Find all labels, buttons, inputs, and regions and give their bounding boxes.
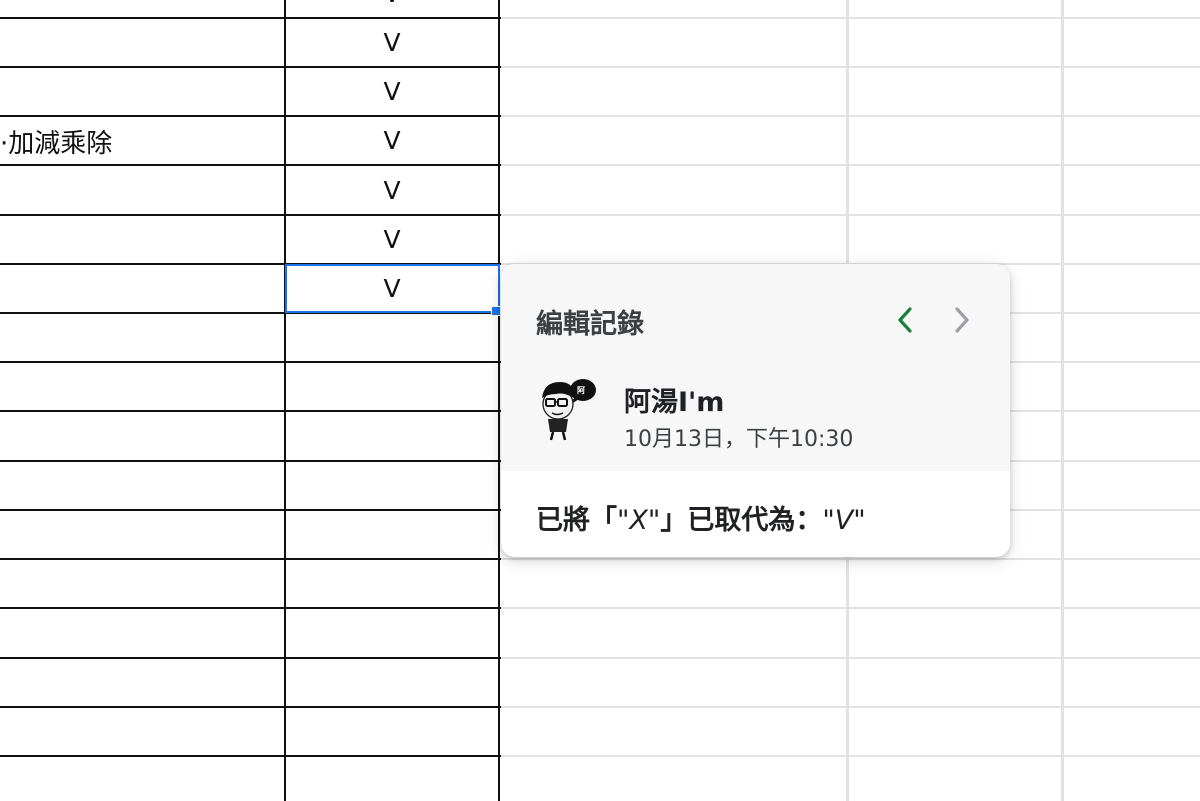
table-border: [0, 361, 501, 363]
cell-selection-border: [285, 264, 500, 313]
check-cell[interactable]: V: [286, 68, 498, 115]
editor-name: 阿湯I'm: [624, 387, 725, 418]
partial-cell-text[interactable]: ·加減乘除: [0, 117, 112, 166]
edit-history-popup: 編輯記錄 阿 阿湯I'm 10月13日，下午10:30 已將「"X"」已取代為：…: [501, 264, 1010, 557]
svg-text:阿: 阿: [577, 386, 585, 395]
previous-edit-button[interactable]: [888, 300, 922, 340]
user-avatar: 阿: [534, 374, 600, 442]
check-cell[interactable]: V: [286, 216, 498, 263]
change-middle: 」已取代為：: [660, 505, 823, 536]
grid-line: [500, 164, 1200, 166]
old-value: "X": [617, 505, 661, 536]
change-prefix: 已將「: [536, 505, 617, 536]
fill-handle[interactable]: [491, 306, 501, 316]
grid-line: [1061, 0, 1064, 801]
grid-line: [500, 17, 1200, 19]
check-cell[interactable]: V: [286, 0, 498, 17]
change-description: 已將「"X"」已取代為："V": [536, 498, 866, 537]
table-border: [0, 755, 501, 757]
check-cell[interactable]: V: [286, 19, 498, 66]
grid-line: [500, 66, 1200, 68]
grid-line: [500, 115, 1200, 117]
grid-line: [500, 657, 1200, 659]
check-cell[interactable]: V: [286, 166, 498, 214]
chevron-right-icon: [955, 307, 969, 333]
check-cell[interactable]: V: [286, 117, 498, 164]
chevron-left-icon: [898, 307, 912, 333]
popup-title: 編輯記錄: [536, 309, 644, 340]
new-value: "V": [822, 505, 866, 536]
table-border: [0, 410, 501, 412]
table-border: [0, 558, 501, 560]
table-border: [0, 460, 501, 462]
next-edit-button[interactable]: [945, 300, 979, 340]
table-border: [0, 607, 501, 609]
table-border: [0, 706, 501, 708]
grid-line: [500, 607, 1200, 609]
grid-line: [500, 214, 1200, 216]
grid-line: [500, 558, 1200, 560]
table-border: [0, 657, 501, 659]
table-border: [0, 509, 501, 511]
grid-line: [500, 755, 1200, 757]
grid-line: [500, 706, 1200, 708]
table-border: [498, 0, 500, 801]
edit-timestamp: 10月13日，下午10:30: [624, 427, 854, 452]
